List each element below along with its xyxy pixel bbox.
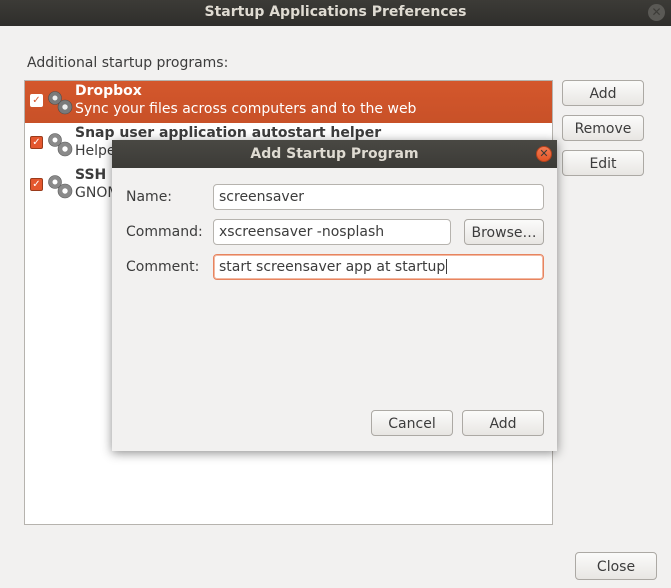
program-checkbox[interactable]: ✓ [30,178,43,191]
window-titlebar: Startup Applications Preferences [0,0,671,26]
comment-field[interactable]: start screensaver app at startup [213,254,544,280]
program-checkbox[interactable]: ✓ [30,136,43,149]
browse-button[interactable]: Browse… [464,219,544,245]
section-label: Additional startup programs: [27,55,229,71]
window-title: Startup Applications Preferences [204,4,467,20]
program-row-dropbox[interactable]: ✓ Dropbox Sync your files across compute… [25,81,552,123]
gear-icon [48,91,73,115]
dialog-title: Add Startup Program [250,146,419,162]
program-name: Dropbox [75,83,142,99]
program-checkbox[interactable]: ✓ [30,94,43,107]
name-field[interactable]: screensaver [213,184,544,210]
edit-button[interactable]: Edit [562,150,644,176]
add-startup-program-dialog: Add Startup Program ✕ Name: screensaver … [112,140,557,451]
program-name: Snap user application autostart helper [75,125,382,141]
cancel-button[interactable]: Cancel [371,410,453,436]
window-close-icon[interactable]: ✕ [648,4,665,21]
gear-icon [48,133,73,157]
comment-text: start screensaver app at startup [219,259,446,275]
close-button[interactable]: Close [575,552,657,580]
command-label: Command: [126,224,203,240]
add-button[interactable]: Add [562,80,644,106]
program-description: Sync your files across computers and to … [75,101,417,117]
dialog-close-icon[interactable]: ✕ [536,146,552,162]
gear-icon [48,175,73,199]
remove-button[interactable]: Remove [562,115,644,141]
name-label: Name: [126,189,173,205]
command-field[interactable]: xscreensaver -nosplash [213,219,451,245]
comment-label: Comment: [126,259,200,275]
text-caret [446,259,448,274]
dialog-add-button[interactable]: Add [462,410,544,436]
dialog-titlebar: Add Startup Program [112,140,557,168]
